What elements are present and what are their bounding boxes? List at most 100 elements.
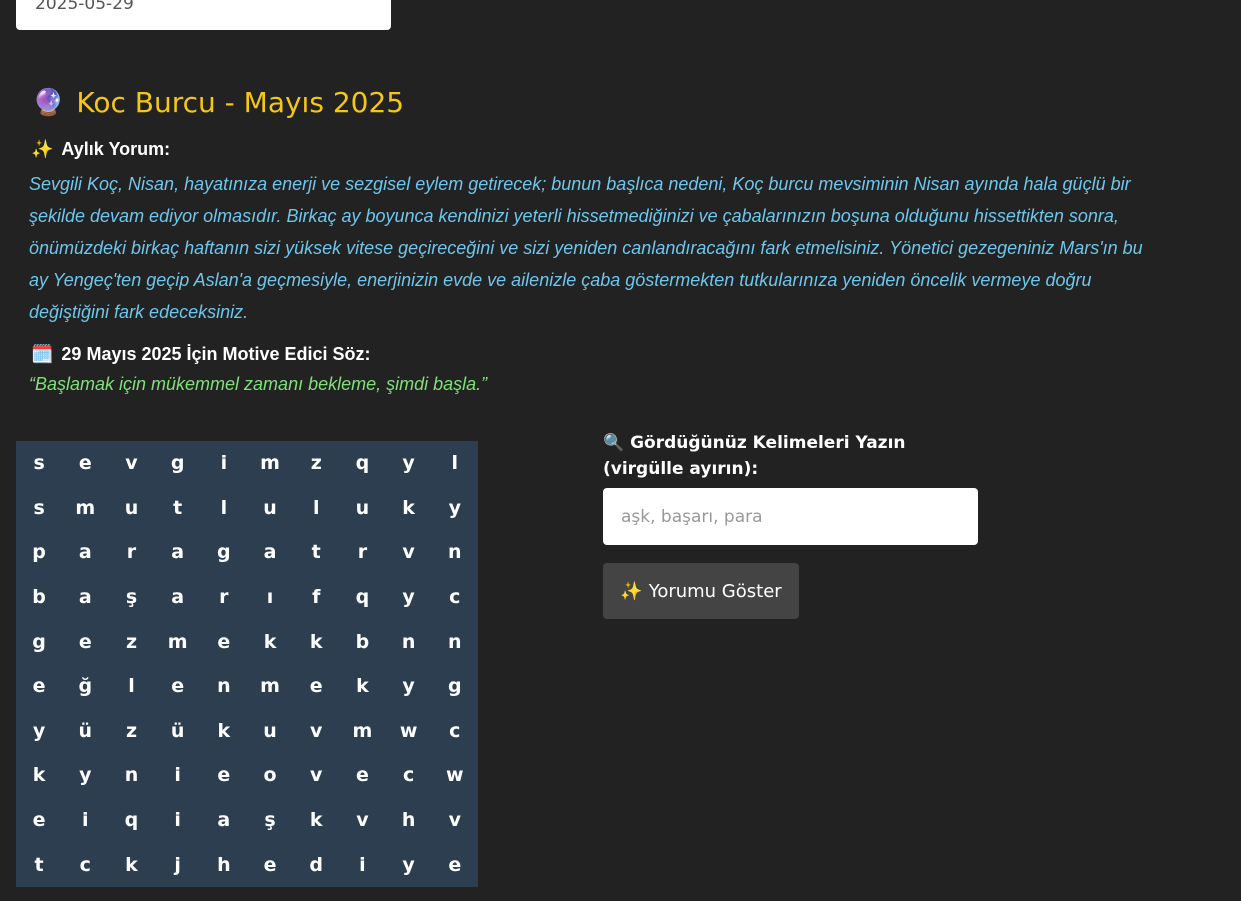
magnifier-icon: 🔍 xyxy=(603,433,625,453)
grid-cell: t xyxy=(311,541,321,564)
grid-cell: n xyxy=(448,630,462,653)
grid-cell: i xyxy=(359,853,366,876)
grid-cell: k xyxy=(32,764,46,787)
grid-cell: s xyxy=(33,496,45,519)
grid-cell: m xyxy=(75,496,96,519)
grid-cell: y xyxy=(402,452,415,475)
monthly-label: ✨ Aylık Yorum: xyxy=(31,139,170,160)
grid-cell: ş xyxy=(264,809,276,832)
grid-cell: j xyxy=(174,853,181,876)
grid-cell: a xyxy=(217,809,231,832)
grid-cell: l xyxy=(451,452,459,475)
grid-cell: y xyxy=(402,675,415,698)
motive-quote: “Başlamak için mükemmel zamanı bekleme, … xyxy=(29,374,488,394)
grid-cell: w xyxy=(446,764,464,787)
grid-cell: r xyxy=(126,541,137,564)
motive-label: 🗓️ 29 Mayıs 2025 İçin Motive Edici Söz: xyxy=(31,344,371,365)
grid-cell: r xyxy=(357,541,368,564)
grid-cell: n xyxy=(124,764,139,787)
grid-cell: p xyxy=(32,541,46,564)
grid-cell: g xyxy=(32,630,46,653)
grid-cell: o xyxy=(263,764,277,787)
sparkles-icon: ✨ xyxy=(620,580,643,602)
grid-cell: q xyxy=(355,452,370,475)
grid-cell: l xyxy=(220,496,228,519)
grid-cell: m xyxy=(352,719,373,742)
grid-cell: c xyxy=(449,586,461,609)
grid-cell: y xyxy=(79,764,92,787)
grid-cell: b xyxy=(32,586,46,609)
grid-cell: i xyxy=(174,764,181,787)
grid-cell: z xyxy=(125,630,137,653)
monthly-label-text: Aylık Yorum: xyxy=(61,139,171,159)
date-field-value: 2025-05-29 xyxy=(35,0,134,14)
grid-cell: m xyxy=(260,675,280,698)
grid-cell: g xyxy=(217,541,231,564)
grid-cell: q xyxy=(124,809,139,832)
grid-cell: e xyxy=(32,809,46,832)
word-search-grid: sevgimzqylsmutlulukyparagatrvnbaşarıfqyc… xyxy=(16,441,478,887)
grid-cell: c xyxy=(402,764,415,787)
grid-cell: n xyxy=(448,541,462,564)
grid-cell: v xyxy=(310,719,323,742)
grid-cell: v xyxy=(356,809,369,832)
grid-cell: k xyxy=(309,809,323,832)
page-title: 🔮 Koc Burcu - Mayıs 2025 xyxy=(32,86,404,119)
grid-cell: k xyxy=(402,496,415,519)
motive-label-text: 29 Mayıs 2025 İçin Motive Edici Söz: xyxy=(61,344,371,364)
crystal-ball-icon: 🔮 xyxy=(32,87,65,118)
grid-cell: s xyxy=(33,452,45,475)
grid-cell: y xyxy=(402,853,415,876)
show-comment-button[interactable]: ✨ Yorumu Göster xyxy=(603,563,799,619)
grid-cell: k xyxy=(356,675,369,698)
grid-cell: v xyxy=(125,452,138,475)
grid-cell: v xyxy=(402,541,415,564)
grid-cell: e xyxy=(32,675,46,698)
grid-cell: a xyxy=(263,541,277,564)
grid-cell: v xyxy=(448,809,461,832)
grid-cell: e xyxy=(448,853,462,876)
grid-cell: b xyxy=(355,630,370,653)
grid-cell: h xyxy=(217,853,231,876)
grid-cell: ü xyxy=(170,719,185,742)
words-input-label: 🔍 Gördüğünüz Kelimeleri Yazın (virgülle … xyxy=(603,430,983,482)
grid-cell: e xyxy=(217,630,231,653)
grid-cell: l xyxy=(312,496,320,519)
grid-cell: y xyxy=(448,496,461,519)
grid-cell: e xyxy=(78,452,92,475)
grid-cell: l xyxy=(128,675,135,698)
grid-cell: m xyxy=(260,452,280,475)
grid-cell: e xyxy=(263,853,277,876)
grid-cell: y xyxy=(402,586,415,609)
page-title-text: Koc Burcu - Mayıs 2025 xyxy=(76,86,405,119)
grid-cell: i xyxy=(174,809,181,832)
grid-cell: e xyxy=(309,675,323,698)
monthly-comment: Sevgili Koç, Nisan, hayatınıza enerji ve… xyxy=(29,174,1143,322)
date-field[interactable]: 2025-05-29 xyxy=(16,0,391,30)
grid-cell: e xyxy=(217,764,231,787)
grid-cell: k xyxy=(263,630,277,653)
grid-cell: n xyxy=(217,675,231,698)
grid-cell: w xyxy=(399,719,418,742)
grid-cell: g xyxy=(447,675,462,698)
grid-cell: t xyxy=(173,496,183,519)
grid-cell: ı xyxy=(266,586,274,609)
grid-cell: i xyxy=(220,452,228,475)
grid-cell: a xyxy=(171,586,185,609)
grid-cell: q xyxy=(355,586,370,609)
grid-cell: ğ xyxy=(78,675,93,698)
sparkles-icon: ✨ xyxy=(31,139,54,159)
grid-cell: e xyxy=(355,764,369,787)
grid-cell: u xyxy=(124,496,139,519)
calendar-icon: 🗓️ xyxy=(31,344,54,364)
grid-cell: k xyxy=(217,719,231,742)
grid-cell: d xyxy=(309,853,324,876)
grid-cell: u xyxy=(355,496,370,519)
grid-cell: a xyxy=(78,541,92,564)
grid-cell: a xyxy=(78,586,92,609)
grid-cell: c xyxy=(79,853,91,876)
words-input[interactable] xyxy=(603,488,978,545)
grid-cell: k xyxy=(309,630,323,653)
grid-cell: k xyxy=(125,853,138,876)
grid-cell: m xyxy=(167,630,188,653)
